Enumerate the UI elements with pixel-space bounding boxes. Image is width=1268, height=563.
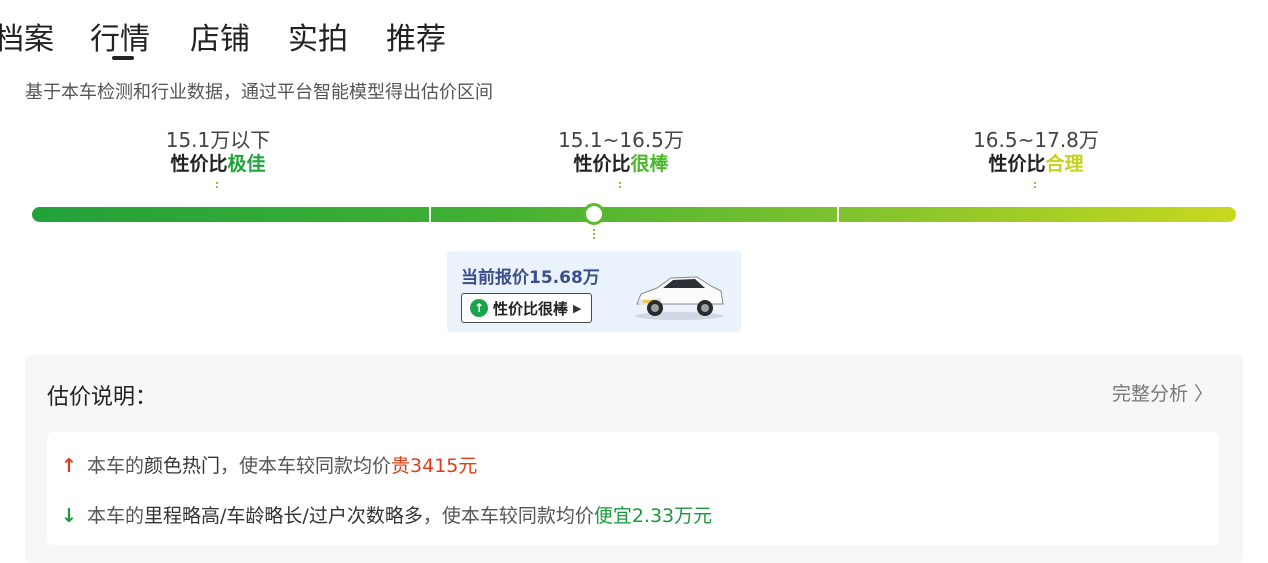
active-tab-indicator (112, 56, 134, 60)
valuation-explanation: 估价说明： 完整分析 〉 ↑ 本车的颜色热门，使本车较同款均价贵3415元 ↓ 本车… (25, 355, 1243, 563)
explanation-list: ↑ 本车的颜色热门，使本车较同款均价贵3415元 ↓ 本车的里程略高/车龄略长/过户… (47, 432, 1219, 545)
tier-rating-prefix: 性价比 (573, 153, 631, 175)
row-middle: ，使本车较同款均价 (220, 455, 392, 477)
value-badge-label: 性价比很棒 (493, 299, 569, 318)
tier-rating: 性价比极佳 (88, 152, 348, 176)
tier-rating: 性价比很棒 (491, 152, 751, 176)
tab-photos[interactable]: 实拍 (288, 14, 348, 58)
tier-rating: 性价比合理 (906, 152, 1166, 176)
row-factor: 里程略高/车龄略长/过户次数略多 (144, 505, 423, 527)
tab-profile[interactable]: 档案 (0, 14, 54, 58)
tier-range: 15.1~16.5万 (558, 128, 684, 152)
list-item: ↑ 本车的颜色热门，使本车较同款均价贵3415元 (61, 451, 477, 478)
row-middle: ，使本车较同款均价 (422, 505, 594, 527)
current-price-card: 当前报价15.68万 ↑ 性价比很棒 ▶ (447, 251, 741, 332)
value-badge-button[interactable]: ↑ 性价比很棒 ▶ (461, 293, 593, 323)
marker-connector (593, 229, 597, 239)
tab-market[interactable]: 行情 (90, 14, 150, 58)
tab-store[interactable]: 店铺 (190, 14, 250, 58)
arrow-down-icon: ↓ (61, 505, 77, 527)
car-icon (635, 276, 724, 320)
row-prefix: 本车的 (87, 505, 145, 527)
row-prefix: 本车的 (87, 455, 145, 477)
tier-reasonable: 16.5~17.8万 性价比合理 (906, 128, 1166, 188)
tier-range: 16.5~17.8万 (973, 128, 1099, 152)
row-factor: 颜色热门 (144, 455, 221, 477)
list-item: ↓ 本车的里程略高/车龄略长/过户次数略多，使本车较同款均价便宜2.33万元 (61, 501, 712, 528)
tier-rating-value: 极佳 (227, 153, 266, 175)
full-analysis-link[interactable]: 完整分析 〉 (1112, 379, 1213, 406)
tier-rating-value: 很棒 (630, 153, 669, 175)
tier-great: 15.1万以下 性价比极佳 (88, 128, 348, 188)
bar-separator (837, 207, 839, 222)
bar-separator (429, 207, 431, 222)
tier-rating-prefix: 性价比 (170, 153, 228, 175)
tier-range: 15.1万以下 (165, 128, 271, 152)
row-amount: 贵3415元 (391, 455, 478, 477)
tab-recommend[interactable]: 推荐 (386, 14, 446, 58)
current-price-text: 当前报价15.68万 (461, 268, 600, 288)
arrow-up-circle-icon: ↑ (470, 299, 488, 317)
arrow-up-icon: ↑ (61, 455, 77, 477)
tier-connector (1034, 182, 1038, 188)
tier-connector (619, 182, 623, 188)
triangle-right-icon: ▶ (573, 301, 582, 315)
current-price-marker (583, 203, 605, 225)
tier-good: 15.1~16.5万 性价比很棒 (491, 128, 751, 188)
tier-rating-value: 合理 (1045, 153, 1084, 175)
valuation-subtitle: 基于本车检测和行业数据，通过平台智能模型得出估价区间 (25, 82, 493, 103)
price-range-bar (32, 207, 1236, 222)
tier-connector (216, 182, 220, 188)
row-amount: 便宜2.33万元 (593, 505, 713, 527)
tier-rating-prefix: 性价比 (988, 153, 1046, 175)
explanation-title: 估价说明： (47, 385, 158, 410)
